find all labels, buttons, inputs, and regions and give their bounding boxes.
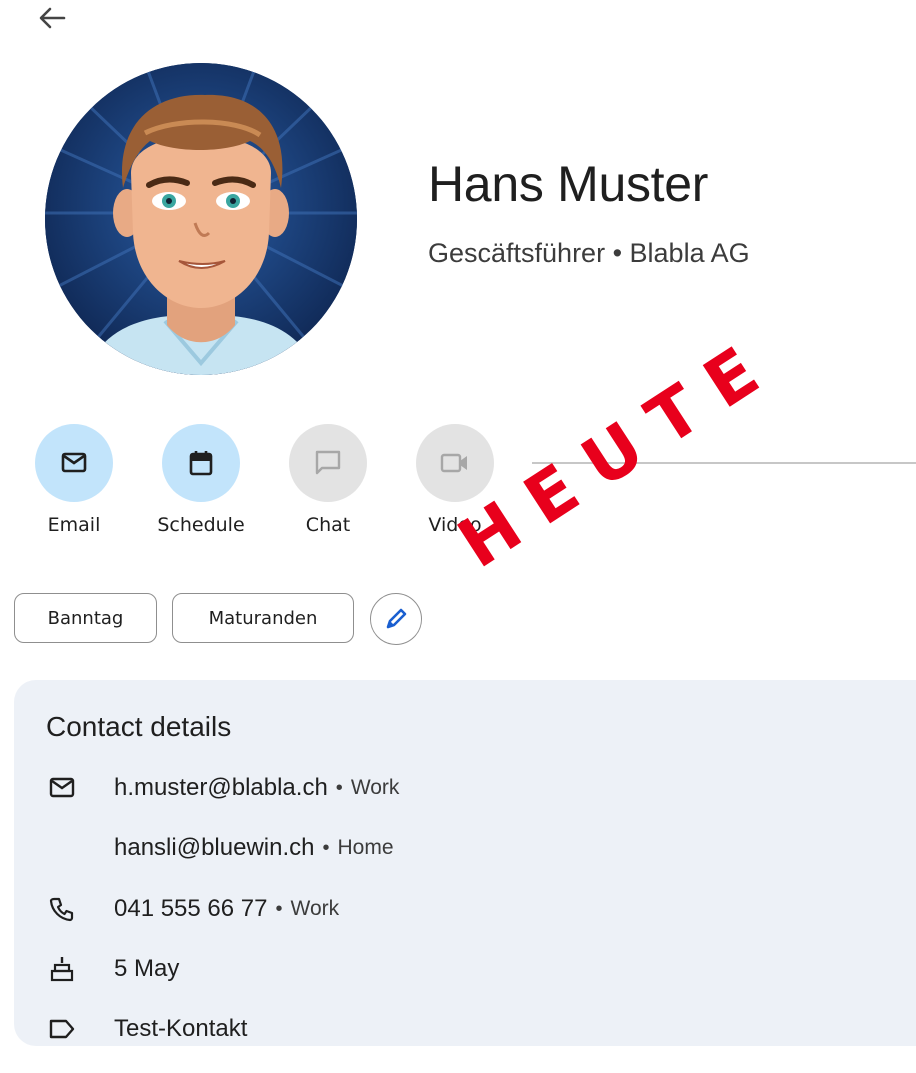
- schedule-action-button[interactable]: Schedule: [151, 424, 251, 536]
- work-email-value[interactable]: h.muster@blabla.ch: [114, 774, 328, 802]
- schedule-action-circle[interactable]: [162, 424, 240, 502]
- chat-action-circle[interactable]: [289, 424, 367, 502]
- avatar: [45, 63, 357, 375]
- contact-name: Hans Muster: [428, 156, 709, 212]
- detail-row-phone[interactable]: 041 555 66 77 • Work: [46, 889, 339, 929]
- separator-dot: •: [275, 897, 283, 920]
- mail-icon: [61, 452, 87, 473]
- label-chip-maturanden[interactable]: Maturanden: [172, 593, 354, 643]
- chat-icon: [315, 450, 341, 475]
- label-chip-banntag[interactable]: Banntag: [14, 593, 157, 643]
- separator-dot: •: [335, 776, 343, 799]
- contact-details-title: Contact details: [46, 711, 232, 742]
- back-button[interactable]: [30, 0, 74, 36]
- email-action-label: Email: [47, 514, 101, 536]
- phone-type: Work: [290, 897, 340, 920]
- contact-subtitle: Gescäftsführer • Blabla AG: [428, 238, 750, 268]
- chat-action-label: Chat: [305, 514, 351, 536]
- mail-icon: [46, 772, 78, 804]
- video-action-circle[interactable]: [416, 424, 494, 502]
- email-action-button[interactable]: Email: [24, 424, 124, 536]
- phone-icon: [46, 893, 78, 925]
- detail-row-label[interactable]: Test-Kontakt: [46, 1009, 247, 1049]
- detail-row-work-email[interactable]: h.muster@blabla.ch • Work: [46, 768, 399, 808]
- edit-labels-button[interactable]: [370, 593, 422, 645]
- calendar-icon: [189, 451, 213, 476]
- home-email-type: Home: [337, 836, 394, 859]
- cake-icon: [46, 953, 78, 985]
- schedule-action-label: Schedule: [157, 514, 245, 536]
- separator-dot: •: [322, 836, 330, 859]
- work-email-type: Work: [350, 776, 400, 799]
- video-icon: [440, 453, 467, 473]
- email-action-circle[interactable]: [35, 424, 113, 502]
- label-value[interactable]: Test-Kontakt: [114, 1015, 247, 1043]
- home-email-value[interactable]: hansli@bluewin.ch: [114, 834, 314, 862]
- chat-action-button[interactable]: Chat: [278, 424, 378, 536]
- phone-value[interactable]: 041 555 66 77: [114, 895, 267, 923]
- detail-row-birthday: 5 May: [46, 949, 179, 989]
- label-icon: [46, 1013, 78, 1045]
- pencil-icon: [386, 608, 407, 629]
- arrow-back-icon: [39, 7, 66, 29]
- detail-row-home-email[interactable]: hansli@bluewin.ch • Home: [46, 828, 394, 868]
- birthday-value: 5 May: [114, 955, 180, 982]
